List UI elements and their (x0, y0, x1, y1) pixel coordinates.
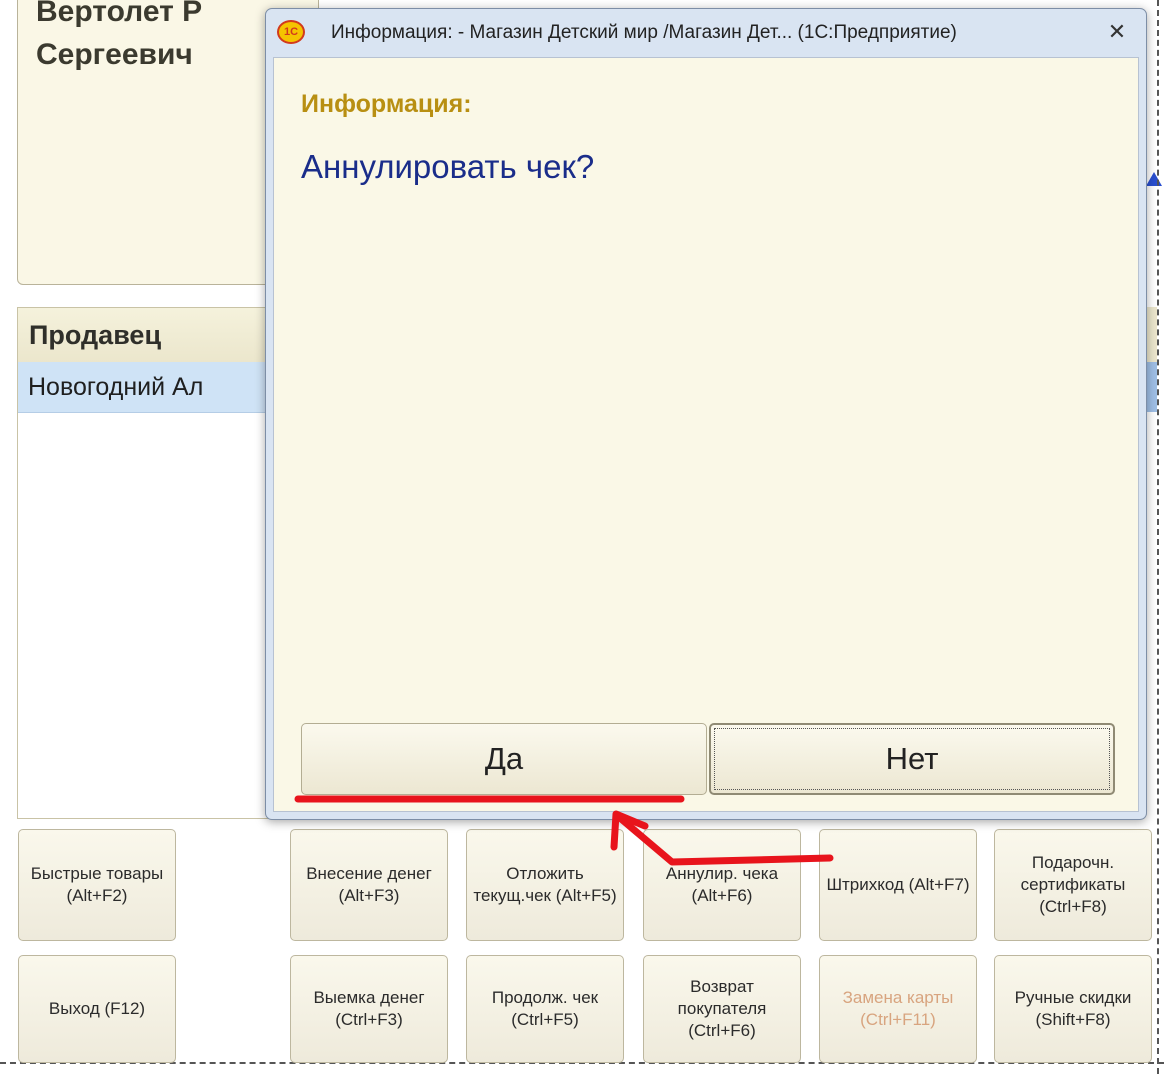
customer-return-button[interactable]: Возврат покупателя (Ctrl+F6) (643, 955, 801, 1063)
close-icon[interactable]: ✕ (1102, 17, 1132, 47)
replace-card-button: Замена карты (Ctrl+F11) (819, 955, 977, 1063)
dialog-body: Информация: Аннулировать чек? Да Нет (273, 57, 1139, 812)
postpone-receipt-button[interactable]: Отложить текущ.чек (Alt+F5) (466, 829, 624, 941)
continue-receipt-button[interactable]: Продолж. чек (Ctrl+F5) (466, 955, 624, 1063)
customer-name: Вертолет Р Сергеевич (36, 0, 203, 71)
yes-button[interactable]: Да (301, 723, 707, 795)
1c-logo-icon: 1С (277, 20, 305, 44)
annul-receipt-button[interactable]: Аннулир. чека (Alt+F6) (643, 829, 801, 941)
dialog-question: Аннулировать чек? (301, 148, 595, 185)
no-button[interactable]: Нет (709, 723, 1115, 795)
info-dialog: 1С Информация: - Магазин Детский мир /Ма… (265, 8, 1147, 820)
quick-goods-button[interactable]: Быстрые товары (Alt+F2) (18, 829, 176, 941)
cash-in-button[interactable]: Внесение денег (Alt+F3) (290, 829, 448, 941)
list-item[interactable]: Новогодний Ал (18, 362, 276, 413)
dialog-title: Информация: - Магазин Детский мир /Магаз… (331, 22, 957, 43)
seller-list[interactable]: Новогодний Ал (17, 362, 276, 819)
manual-discounts-button[interactable]: Ручные скидки (Shift+F8) (994, 955, 1152, 1063)
dialog-heading: Информация: (301, 90, 472, 118)
seller-column-header[interactable]: Продавец (17, 307, 277, 364)
dialog-titlebar[interactable]: 1С Информация: - Магазин Детский мир /Ма… (266, 9, 1146, 57)
gift-certificates-button[interactable]: Подарочн. сертификаты (Ctrl+F8) (994, 829, 1152, 941)
torn-edge-bottom (0, 1062, 1164, 1074)
cash-out-button[interactable]: Выемка денег (Ctrl+F3) (290, 955, 448, 1063)
seller-name: Новогодний Ал (28, 373, 204, 401)
seller-header-label: Продавец (29, 320, 162, 350)
torn-edge-right (1157, 0, 1164, 1074)
barcode-button[interactable]: Штрихкод (Alt+F7) (819, 829, 977, 941)
exit-button[interactable]: Выход (F12) (18, 955, 176, 1063)
